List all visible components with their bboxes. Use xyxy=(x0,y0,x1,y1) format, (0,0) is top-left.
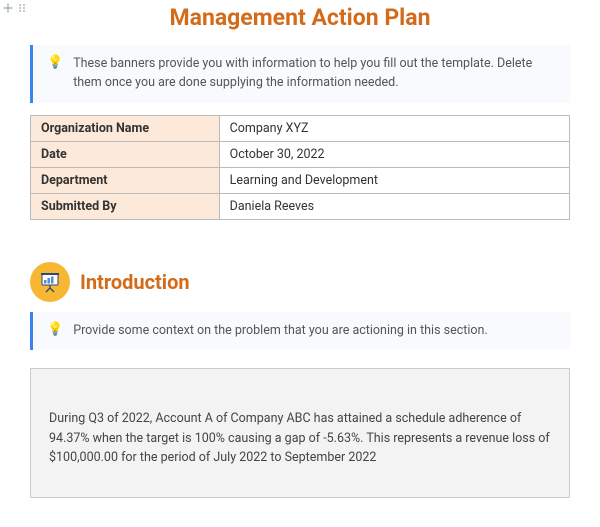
table-row: Department Learning and Development xyxy=(31,167,570,193)
plus-icon xyxy=(3,3,13,13)
add-block-button[interactable] xyxy=(2,2,14,14)
table-row: Date October 30, 2022 xyxy=(31,141,570,167)
cell-value[interactable]: October 30, 2022 xyxy=(219,141,569,167)
cell-label[interactable]: Department xyxy=(31,167,220,193)
lightbulb-icon: 💡 xyxy=(47,55,63,93)
info-banner-section-text: Provide some context on the problem that… xyxy=(73,322,488,341)
section-body-text: During Q3 of 2022, Account A of Company … xyxy=(49,411,550,465)
cell-label[interactable]: Organization Name xyxy=(31,115,220,141)
document-body: Management Action Plan 💡 These banners p… xyxy=(0,0,600,518)
table-row: Submitted By Daniela Reeves xyxy=(31,193,570,219)
table-row: Organization Name Company XYZ xyxy=(31,115,570,141)
details-table[interactable]: Organization Name Company XYZ Date Octob… xyxy=(30,115,570,220)
info-banner-top-text: These banners provide you with informati… xyxy=(73,55,556,93)
info-banner-top[interactable]: 💡 These banners provide you with informa… xyxy=(30,45,570,103)
presentation-icon xyxy=(30,262,70,302)
cell-label[interactable]: Date xyxy=(31,141,220,167)
cell-value[interactable]: Company XYZ xyxy=(219,115,569,141)
lightbulb-icon: 💡 xyxy=(47,322,63,341)
section-title[interactable]: Introduction xyxy=(80,270,190,294)
cell-value[interactable]: Daniela Reeves xyxy=(219,193,569,219)
block-toolbar xyxy=(2,2,28,14)
section-header: Introduction xyxy=(30,262,570,302)
drag-handle[interactable] xyxy=(16,2,28,14)
info-banner-section[interactable]: 💡 Provide some context on the problem th… xyxy=(30,312,570,351)
page-title[interactable]: Management Action Plan xyxy=(30,0,570,45)
drag-dots-icon xyxy=(17,3,27,13)
section-body-box[interactable]: During Q3 of 2022, Account A of Company … xyxy=(30,368,570,498)
cell-label[interactable]: Submitted By xyxy=(31,193,220,219)
cell-value[interactable]: Learning and Development xyxy=(219,167,569,193)
